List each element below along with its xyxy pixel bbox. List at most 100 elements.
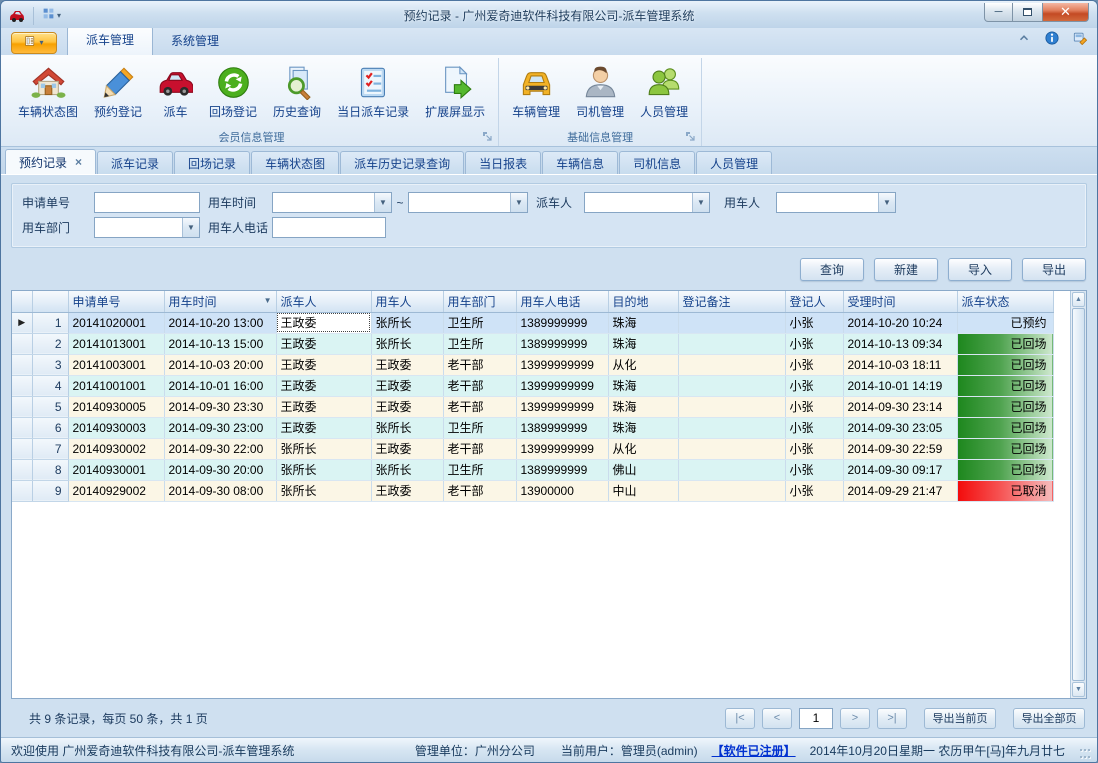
cell-phone[interactable]: 13900000 xyxy=(516,480,608,501)
cell-phone[interactable]: 13999999999 xyxy=(516,354,608,375)
export-current-page-button[interactable]: 导出当前页 xyxy=(924,708,996,729)
cell-user[interactable]: 张所长 xyxy=(371,312,443,333)
cell-remark[interactable] xyxy=(678,438,785,459)
status-cell[interactable]: 已回场 xyxy=(957,396,1053,417)
application-menu-button[interactable]: ▾ xyxy=(11,32,57,54)
cell-user[interactable]: 王政委 xyxy=(371,354,443,375)
chevron-down-icon[interactable]: ▼ xyxy=(510,193,527,212)
cell-registrar[interactable]: 小张 xyxy=(785,312,843,333)
cell-phone[interactable]: 13999999999 xyxy=(516,396,608,417)
close-tab-icon[interactable]: × xyxy=(75,156,82,168)
prev-page-button[interactable]: < xyxy=(762,708,792,729)
column-header-registrar[interactable]: 登记人 xyxy=(785,291,843,312)
cell-remark[interactable] xyxy=(678,312,785,333)
tab-vehicle-info[interactable]: 车辆信息 xyxy=(542,151,618,174)
tab-daily-report[interactable]: 当日报表 xyxy=(465,151,541,174)
column-header-use_time[interactable]: 用车时间▼ xyxy=(164,291,276,312)
chevron-down-icon[interactable]: ▼ xyxy=(374,193,391,212)
cell-remark[interactable] xyxy=(678,417,785,438)
column-header-phone[interactable]: 用车人电话 xyxy=(516,291,608,312)
collapse-ribbon-icon[interactable] xyxy=(1017,31,1031,50)
scrollbar-thumb[interactable] xyxy=(1072,308,1085,681)
cell-dept[interactable]: 卫生所 xyxy=(443,312,516,333)
status-cell[interactable]: 已回场 xyxy=(957,417,1053,438)
tab-driver-info[interactable]: 司机信息 xyxy=(619,151,695,174)
export-all-pages-button[interactable]: 导出全部页 xyxy=(1013,708,1085,729)
window-layout-icon[interactable] xyxy=(42,7,55,25)
phone-input[interactable] xyxy=(272,217,386,238)
ribbon-button-extended-screen-display[interactable]: 扩展屏显示 xyxy=(417,60,493,122)
chevron-down-icon[interactable]: ▾ xyxy=(57,12,61,20)
table-row[interactable]: 2201410130012014-10-13 15:00王政委张所长卫生所138… xyxy=(12,333,1053,354)
column-header-destination[interactable]: 目的地 xyxy=(608,291,678,312)
table-row[interactable]: 3201410030012014-10-03 20:00王政委王政委老干部139… xyxy=(12,354,1053,375)
status-cell[interactable]: 已回场 xyxy=(957,438,1053,459)
cell-accept_time[interactable]: 2014-09-29 21:47 xyxy=(843,480,957,501)
cell-user[interactable]: 张所长 xyxy=(371,333,443,354)
cell-dept[interactable]: 卫生所 xyxy=(443,417,516,438)
chevron-down-icon[interactable]: ▼ xyxy=(182,218,199,237)
status-cell[interactable]: 已回场 xyxy=(957,354,1053,375)
cell-dept[interactable]: 老干部 xyxy=(443,438,516,459)
cell-remark[interactable] xyxy=(678,480,785,501)
create-button[interactable]: 新建 xyxy=(874,258,938,281)
ribbon-button-vehicle-management[interactable]: 车辆管理 xyxy=(504,60,568,122)
use-time-to-combo[interactable]: ▼ xyxy=(408,192,528,213)
table-row[interactable]: 9201409290022014-09-30 08:00张所长王政委老干部139… xyxy=(12,480,1053,501)
sort-descending-icon[interactable]: ▼ xyxy=(264,296,272,305)
cell-apply_no[interactable]: 20140930001 xyxy=(68,459,164,480)
cell-user[interactable]: 王政委 xyxy=(371,396,443,417)
cell-remark[interactable] xyxy=(678,333,785,354)
ribbon-button-history-query[interactable]: 历史查询 xyxy=(265,60,329,122)
cell-registrar[interactable]: 小张 xyxy=(785,459,843,480)
ribbon-tab-dispatch[interactable]: 派车管理 xyxy=(67,25,153,55)
query-button[interactable]: 查询 xyxy=(800,258,864,281)
cell-registrar[interactable]: 小张 xyxy=(785,396,843,417)
cell-user[interactable]: 王政委 xyxy=(371,375,443,396)
cell-dept[interactable]: 老干部 xyxy=(443,354,516,375)
cell-phone[interactable]: 1389999999 xyxy=(516,333,608,354)
ribbon-button-dispatch[interactable]: 派车 xyxy=(150,60,201,122)
table-row[interactable]: 5201409300052014-09-30 23:30王政委王政委老干部139… xyxy=(12,396,1053,417)
cell-dispatcher[interactable]: 张所长 xyxy=(276,459,371,480)
column-header-accept_time[interactable]: 受理时间 xyxy=(843,291,957,312)
maximize-button[interactable] xyxy=(1013,3,1042,22)
ribbon-button-return-register[interactable]: 回场登记 xyxy=(201,60,265,122)
table-row[interactable]: 7201409300022014-09-30 22:00张所长王政委老干部139… xyxy=(12,438,1053,459)
cell-use_time[interactable]: 2014-09-30 23:00 xyxy=(164,417,276,438)
cell-registrar[interactable]: 小张 xyxy=(785,480,843,501)
cell-phone[interactable]: 1389999999 xyxy=(516,417,608,438)
cell-phone[interactable]: 1389999999 xyxy=(516,312,608,333)
cell-destination[interactable]: 从化 xyxy=(608,438,678,459)
cell-destination[interactable]: 珠海 xyxy=(608,375,678,396)
status-cell[interactable]: 已回场 xyxy=(957,333,1053,354)
cell-use_time[interactable]: 2014-09-30 22:00 xyxy=(164,438,276,459)
cell-use_time[interactable]: 2014-10-13 15:00 xyxy=(164,333,276,354)
cell-apply_no[interactable]: 20141020001 xyxy=(68,312,164,333)
status-cell[interactable]: 已回场 xyxy=(957,459,1053,480)
cell-accept_time[interactable]: 2014-10-01 14:19 xyxy=(843,375,957,396)
cell-registrar[interactable]: 小张 xyxy=(785,438,843,459)
cell-use_time[interactable]: 2014-09-30 20:00 xyxy=(164,459,276,480)
minimize-button[interactable]: ─ xyxy=(984,3,1013,22)
cell-apply_no[interactable]: 20140929002 xyxy=(68,480,164,501)
column-header-status[interactable]: 派车状态 xyxy=(957,291,1053,312)
cell-apply_no[interactable]: 20141001001 xyxy=(68,375,164,396)
cell-dispatcher[interactable]: 王政委 xyxy=(276,354,371,375)
cell-destination[interactable]: 珠海 xyxy=(608,417,678,438)
cell-use_time[interactable]: 2014-09-30 08:00 xyxy=(164,480,276,501)
cell-dispatcher[interactable]: 王政委 xyxy=(276,312,371,333)
table-row[interactable]: 4201410010012014-10-01 16:00王政委王政委老干部139… xyxy=(12,375,1053,396)
cell-accept_time[interactable]: 2014-09-30 22:59 xyxy=(843,438,957,459)
cell-dispatcher[interactable]: 王政委 xyxy=(276,375,371,396)
column-header-remark[interactable]: 登记备注 xyxy=(678,291,785,312)
export-button[interactable]: 导出 xyxy=(1022,258,1086,281)
tab-reservation-records[interactable]: 预约记录× xyxy=(5,149,96,174)
cell-dispatcher[interactable]: 张所长 xyxy=(276,438,371,459)
cell-dept[interactable]: 老干部 xyxy=(443,396,516,417)
cell-dispatcher[interactable]: 张所长 xyxy=(276,480,371,501)
cell-accept_time[interactable]: 2014-10-03 18:11 xyxy=(843,354,957,375)
cell-user[interactable]: 王政委 xyxy=(371,438,443,459)
vertical-scrollbar[interactable]: ▲ ▼ xyxy=(1070,291,1086,698)
next-page-button[interactable]: > xyxy=(840,708,870,729)
